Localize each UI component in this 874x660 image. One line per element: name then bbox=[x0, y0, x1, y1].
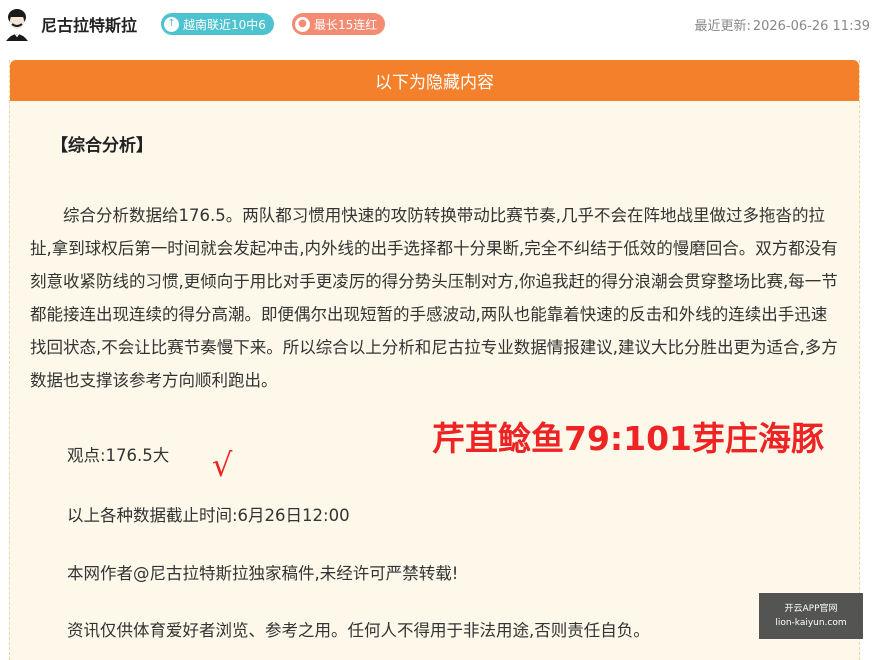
cutoff-line: 以上各种数据截止时间:6月26日12:00 bbox=[67, 506, 350, 525]
streak-badge-label: 越南联近10中6 bbox=[183, 17, 266, 32]
watermark-line1: 开云APP官网 bbox=[784, 604, 838, 614]
last-updated-time: 2026-06-26 11:39 bbox=[752, 19, 870, 34]
disclaimer-line: 资讯仅供体育爱好者浏览、参考之用。任何人不得用于非法用途,否则责任自负。 bbox=[67, 621, 650, 640]
hidden-content-box: 以下为隐藏内容 【综合分析】 综合分析数据给176.5。两队都习惯用快速的攻防转… bbox=[9, 60, 860, 660]
arrow-up-icon: ↑ bbox=[164, 16, 179, 32]
max-streak-badge: ● 最长15连红 bbox=[292, 13, 386, 35]
hidden-content-bar: 以下为隐藏内容 bbox=[10, 60, 859, 101]
section-title: 【综合分析】 bbox=[51, 136, 153, 156]
max-streak-badge-label: 最长15连红 bbox=[314, 17, 378, 32]
avatar[interactable] bbox=[3, 7, 31, 41]
last-updated: 最近更新: 2026-06-26 11:39 bbox=[694, 15, 870, 34]
view-line: 观点:176.5大 bbox=[67, 446, 170, 465]
watermark-line2: lion-kaiyun.com bbox=[775, 618, 847, 628]
flame-icon: ● bbox=[295, 16, 310, 32]
check-mark-icon: √ bbox=[212, 446, 233, 484]
author-name[interactable]: 尼古拉特斯拉 bbox=[41, 12, 137, 36]
score-overlay: 芹苴鲶鱼79:101芽庄海豚 bbox=[432, 419, 825, 458]
streak-badge: ↑ 越南联近10中6 bbox=[161, 13, 274, 35]
article-header: 尼古拉特斯拉 ↑ 越南联近10中6 ● 最长15连红 最近更新: 2026-06-… bbox=[0, 0, 874, 50]
watermark: 开云APP官网 lion-kaiyun.com bbox=[759, 593, 863, 639]
copyright-line: 本网作者@尼古拉特斯拉独家稿件,未经许可严禁转载! bbox=[67, 564, 459, 583]
analysis-paragraph: 综合分析数据给176.5。两队都习惯用快速的攻防转换带动比赛节奏,几乎不会在阵地… bbox=[30, 205, 838, 390]
last-updated-label: 最近更新: bbox=[694, 19, 751, 34]
